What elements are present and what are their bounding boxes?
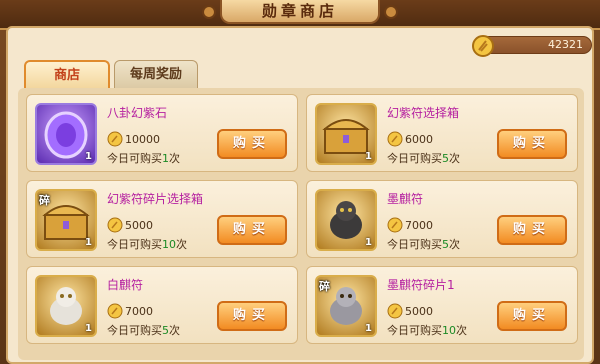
item-name: 幻紫符选择箱 bbox=[387, 106, 460, 120]
tab-shop[interactable]: 商店 bbox=[24, 60, 110, 88]
window-frame: 勋章商店 42321 商店 每周奖励 1 八卦幻紫石 10000 今日可购买1次… bbox=[0, 0, 600, 364]
shop-item-card: 1 白麒符 7000 今日可购买5次 购买 bbox=[26, 266, 298, 344]
shop-panel: 42321 商店 每周奖励 1 八卦幻紫石 10000 今日可购买1次 购买 1… bbox=[6, 26, 594, 364]
purchase-limit: 今日可购买10次 bbox=[107, 238, 187, 251]
shop-item-card: 碎 1 幻紫符碎片选择箱 5000 今日可购买10次 购买 bbox=[26, 180, 298, 258]
medal-coin-icon bbox=[387, 303, 403, 319]
buy-button[interactable]: 购买 bbox=[217, 215, 287, 245]
currency-display: 42321 bbox=[472, 35, 592, 57]
purchase-limit: 今日可购买5次 bbox=[107, 324, 180, 337]
item-name: 墨麒符碎片1 bbox=[387, 278, 455, 292]
item-price: 7000 bbox=[125, 305, 153, 318]
tab-shop-label: 商店 bbox=[53, 68, 80, 83]
item-name: 墨麒符 bbox=[387, 192, 424, 206]
item-count: 1 bbox=[365, 323, 372, 334]
shop-item-card: 碎 1 墨麒符碎片1 5000 今日可购买10次 购买 bbox=[306, 266, 578, 344]
item-price: 5000 bbox=[405, 305, 433, 318]
purple-stone-icon: 1 bbox=[35, 103, 97, 165]
medal-coin-icon bbox=[107, 303, 123, 319]
shard-badge: 碎 bbox=[319, 280, 330, 293]
buy-button[interactable]: 购买 bbox=[497, 215, 567, 245]
purchase-limit: 今日可购买10次 bbox=[387, 324, 467, 337]
medal-coin-icon bbox=[107, 131, 123, 147]
purchase-limit: 今日可购买5次 bbox=[387, 238, 460, 251]
black-qilin-icon: 1 bbox=[315, 189, 377, 251]
item-price: 6000 bbox=[405, 133, 433, 146]
buy-button[interactable]: 购买 bbox=[217, 301, 287, 331]
item-name: 幻紫符碎片选择箱 bbox=[107, 192, 204, 206]
item-price: 10000 bbox=[125, 133, 160, 146]
treasure-chest-icon: 1 bbox=[315, 103, 377, 165]
item-grid: 1 八卦幻紫石 10000 今日可购买1次 购买 1 幻紫符选择箱 6000 今… bbox=[18, 88, 584, 360]
medal-coin-icon bbox=[472, 35, 494, 57]
item-price: 7000 bbox=[405, 219, 433, 232]
item-count: 1 bbox=[85, 237, 92, 248]
ornament-left-icon bbox=[202, 5, 216, 19]
buy-button[interactable]: 购买 bbox=[217, 129, 287, 159]
purchase-limit: 今日可购买5次 bbox=[387, 152, 460, 165]
medal-coin-icon bbox=[107, 217, 123, 233]
tab-weekly-reward[interactable]: 每周奖励 bbox=[114, 60, 198, 88]
shard-badge: 碎 bbox=[39, 194, 50, 207]
item-name: 白麒符 bbox=[107, 278, 144, 292]
item-count: 1 bbox=[365, 151, 372, 162]
item-count: 1 bbox=[85, 323, 92, 334]
white-qilin-icon: 1 bbox=[35, 275, 97, 337]
item-name: 八卦幻紫石 bbox=[107, 106, 168, 120]
medal-coin-icon bbox=[387, 217, 403, 233]
currency-amount: 42321 bbox=[548, 38, 583, 51]
buy-button[interactable]: 购买 bbox=[497, 129, 567, 159]
page-title: 勋章商店 bbox=[261, 2, 338, 20]
title-plate: 勋章商店 bbox=[220, 0, 380, 24]
buy-button[interactable]: 购买 bbox=[497, 301, 567, 331]
shop-item-card: 1 幻紫符选择箱 6000 今日可购买5次 购买 bbox=[306, 94, 578, 172]
treasure-chest-shard-icon: 碎 1 bbox=[35, 189, 97, 251]
medal-coin-icon bbox=[387, 131, 403, 147]
item-count: 1 bbox=[85, 151, 92, 162]
ornament-right-icon bbox=[384, 5, 398, 19]
purchase-limit: 今日可购买1次 bbox=[107, 152, 180, 165]
item-count: 1 bbox=[365, 237, 372, 248]
silver-qilin-shard-icon: 碎 1 bbox=[315, 275, 377, 337]
item-price: 5000 bbox=[125, 219, 153, 232]
shop-item-card: 1 八卦幻紫石 10000 今日可购买1次 购买 bbox=[26, 94, 298, 172]
shop-item-card: 1 墨麒符 7000 今日可购买5次 购买 bbox=[306, 180, 578, 258]
tab-weekly-label: 每周奖励 bbox=[129, 67, 182, 82]
